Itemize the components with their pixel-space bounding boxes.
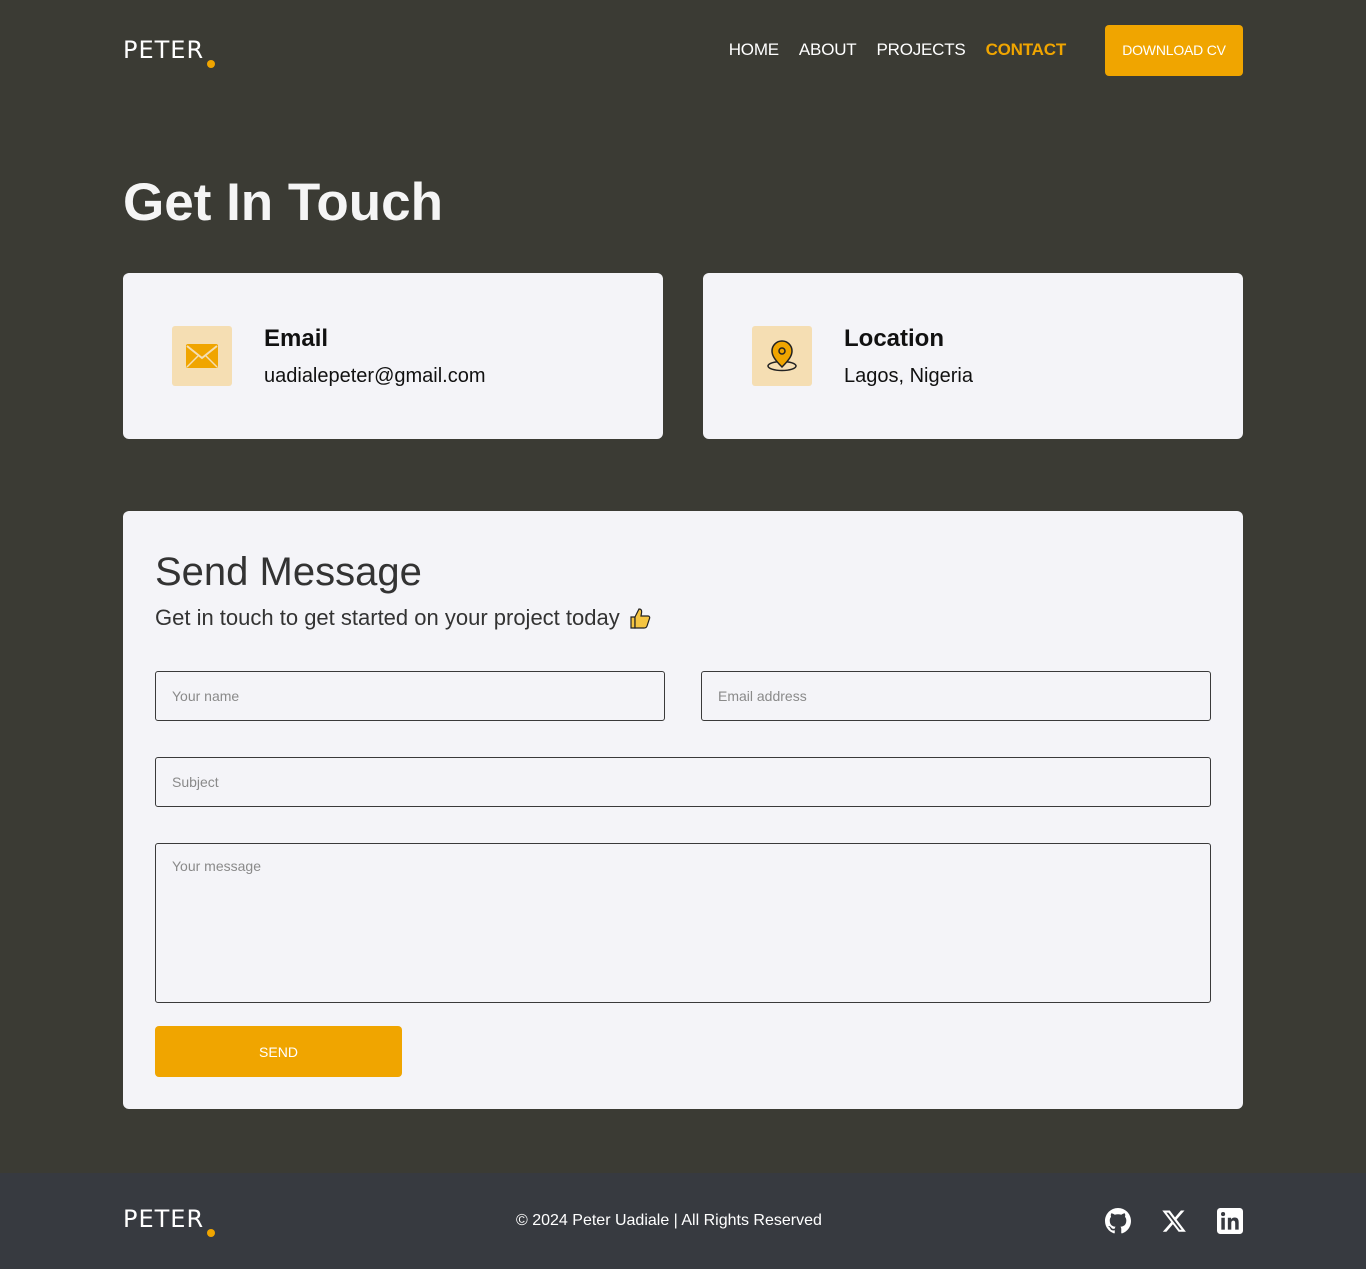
thumbs-up-icon [628, 606, 652, 630]
contact-page: PETER HOME ABOUT PROJECTS CONTACT DOWNLO… [0, 0, 1366, 1269]
location-value: Lagos, Nigeria [844, 365, 973, 387]
download-cv-button[interactable]: DOWNLOAD CV [1105, 24, 1243, 76]
site-header: PETER HOME ABOUT PROJECTS CONTACT DOWNLO… [123, 24, 1243, 76]
nav-about[interactable]: ABOUT [799, 40, 857, 60]
nav-projects[interactable]: PROJECTS [876, 40, 965, 60]
footer-logo-text: PETER [123, 1205, 205, 1233]
footer-logo-dot [207, 1229, 216, 1237]
message-textarea[interactable] [155, 843, 1211, 1003]
logo-dot [207, 60, 216, 68]
email-title: Email [264, 325, 329, 352]
site-footer: PETER © 2024 Peter Uadiale | All Rights … [0, 1173, 1366, 1269]
github-icon[interactable] [1105, 1208, 1131, 1234]
message-form: Send Message Get in touch to get started… [123, 511, 1243, 1109]
subject-input[interactable] [155, 757, 1211, 807]
email-input[interactable] [701, 671, 1211, 721]
form-subtitle-text: Get in touch to get started on your proj… [155, 605, 620, 630]
location-card: Location Lagos, Nigeria [703, 273, 1243, 439]
nav-contact[interactable]: CONTACT [986, 40, 1067, 60]
logo-text: PETER [123, 36, 205, 64]
linkedin-icon[interactable] [1217, 1208, 1243, 1234]
footer-logo[interactable]: PETER [123, 1205, 216, 1237]
email-value[interactable]: uadialepeter@gmail.com [264, 365, 486, 388]
logo[interactable]: PETER [123, 36, 216, 68]
x-icon[interactable] [1161, 1208, 1187, 1234]
map-pin-icon [752, 326, 812, 386]
social-links [1075, 1208, 1243, 1234]
envelope-icon [172, 326, 232, 386]
email-card: Email uadialepeter@gmail.com [123, 273, 663, 439]
page-title: Get In Touch [123, 173, 443, 232]
location-title: Location [844, 325, 944, 352]
main-nav: HOME ABOUT PROJECTS CONTACT DOWNLOAD CV [729, 24, 1243, 76]
copyright-text: © 2024 Peter Uadiale | All Rights Reserv… [516, 1212, 822, 1229]
nav-home[interactable]: HOME [729, 40, 779, 60]
form-subtitle: Get in touch to get started on your proj… [155, 605, 652, 631]
form-title: Send Message [155, 550, 422, 594]
send-button[interactable]: SEND [155, 1026, 402, 1077]
footer-inner: PETER © 2024 Peter Uadiale | All Rights … [123, 1173, 1243, 1269]
name-input[interactable] [155, 671, 665, 721]
